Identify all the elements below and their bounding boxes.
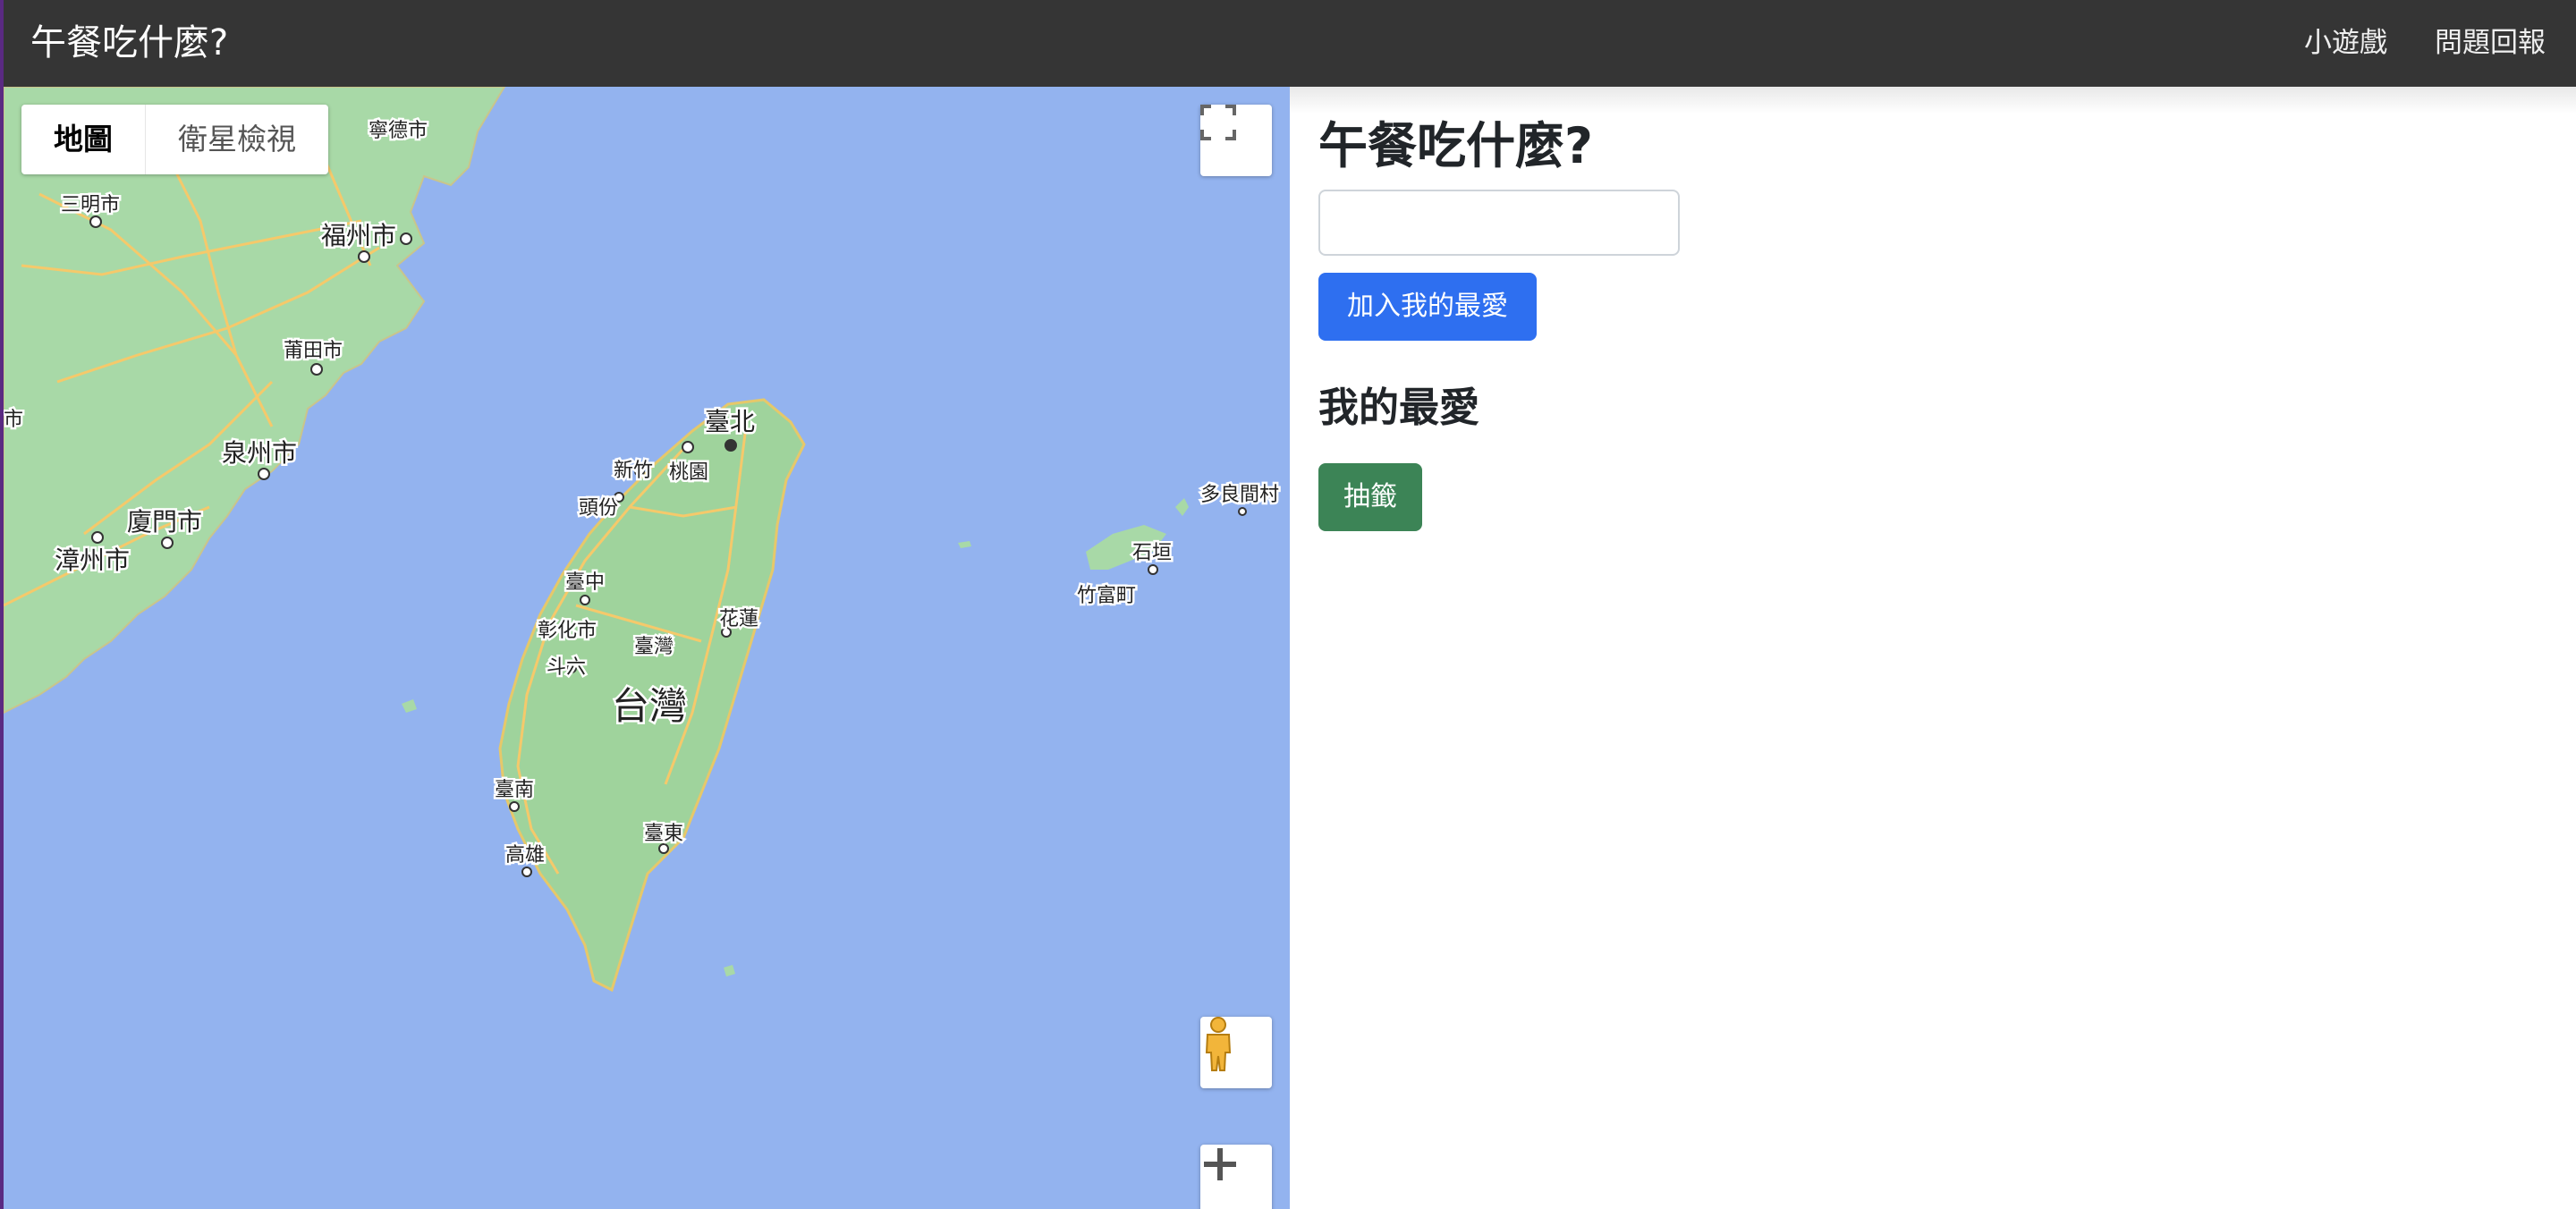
label-sanming: 三明市 bbox=[61, 194, 120, 216]
label-taichung: 臺中 bbox=[565, 571, 605, 594]
favorites-heading: 我的最愛 bbox=[1318, 384, 1480, 431]
map-type-control: 地圖 衛星檢視 bbox=[21, 105, 328, 174]
map-type-satellite[interactable]: 衛星檢視 bbox=[145, 105, 328, 174]
page-title: 午餐吃什麼? bbox=[1318, 117, 1593, 174]
label-quanzhou: 泉州市 bbox=[222, 438, 297, 468]
label-taketomi: 竹富町 bbox=[1077, 585, 1136, 607]
label-hualien: 花蓮 bbox=[719, 608, 758, 630]
nav-link-games[interactable]: 小遊戲 bbox=[2304, 25, 2387, 61]
label-hsinchu: 新竹 bbox=[614, 460, 653, 482]
label-toufen: 頭份 bbox=[579, 497, 618, 520]
label-taiwan-small: 臺灣 bbox=[634, 636, 674, 658]
nav-link-report[interactable]: 問題回報 bbox=[2435, 25, 2546, 61]
label-ningde: 寧德市 bbox=[369, 120, 428, 142]
pegman-icon bbox=[1205, 1017, 1232, 1071]
label-putian: 莆田市 bbox=[284, 340, 343, 362]
label-taitung: 臺東 bbox=[644, 823, 683, 845]
label-changhua: 彰化市 bbox=[538, 620, 597, 642]
small-island bbox=[958, 541, 971, 548]
add-favorite-button[interactable]: 加入我的最愛 bbox=[1318, 273, 1537, 341]
zoom-in-button[interactable] bbox=[1200, 1145, 1272, 1209]
zoom-in-icon bbox=[1204, 1148, 1236, 1180]
map-canvas[interactable]: 寧德市 三明市 福州市 莆田市 泉州市 廈門市 漳州市 市 臺北 新竹 桃園 頭… bbox=[4, 87, 1290, 1209]
label-fuzhou: 福州市 bbox=[321, 221, 396, 250]
panel-top-shadow bbox=[1290, 87, 2576, 114]
small-island bbox=[402, 699, 417, 713]
small-island bbox=[1175, 498, 1189, 516]
label-zhangzhou: 漳州市 bbox=[55, 545, 130, 575]
google-map[interactable]: 寧德市 三明市 福州市 莆田市 泉州市 廈門市 漳州市 市 臺北 新竹 桃園 頭… bbox=[4, 87, 1290, 1209]
label-tainan: 臺南 bbox=[495, 779, 534, 801]
label-taipei: 臺北 bbox=[705, 407, 755, 436]
label-taoyuan: 桃園 bbox=[669, 461, 708, 484]
label-kaohsiung: 高雄 bbox=[505, 844, 545, 867]
label-taiwan: 台灣 bbox=[612, 684, 687, 728]
label-ishigaki: 石垣 bbox=[1132, 542, 1172, 564]
label-partial-city: 市 bbox=[4, 409, 23, 431]
taipei-marker bbox=[724, 439, 737, 452]
navbar: 午餐吃什麼? 小遊戲 問題回報 bbox=[0, 0, 2576, 87]
street-view-pegman-button[interactable] bbox=[1200, 1017, 1272, 1088]
label-xiamen: 廈門市 bbox=[127, 507, 202, 537]
window-edge bbox=[0, 0, 4, 1209]
map-type-roadmap[interactable]: 地圖 bbox=[21, 105, 145, 174]
food-name-input[interactable] bbox=[1318, 190, 1680, 256]
fullscreen-button[interactable] bbox=[1200, 105, 1272, 176]
navbar-brand[interactable]: 午餐吃什麼? bbox=[30, 20, 228, 66]
small-island bbox=[724, 965, 735, 976]
label-taramamura: 多良間村 bbox=[1200, 484, 1279, 506]
draw-lots-button[interactable]: 抽籤 bbox=[1318, 463, 1422, 531]
fullscreen-icon bbox=[1200, 105, 1236, 140]
label-douliu: 斗六 bbox=[547, 656, 586, 679]
